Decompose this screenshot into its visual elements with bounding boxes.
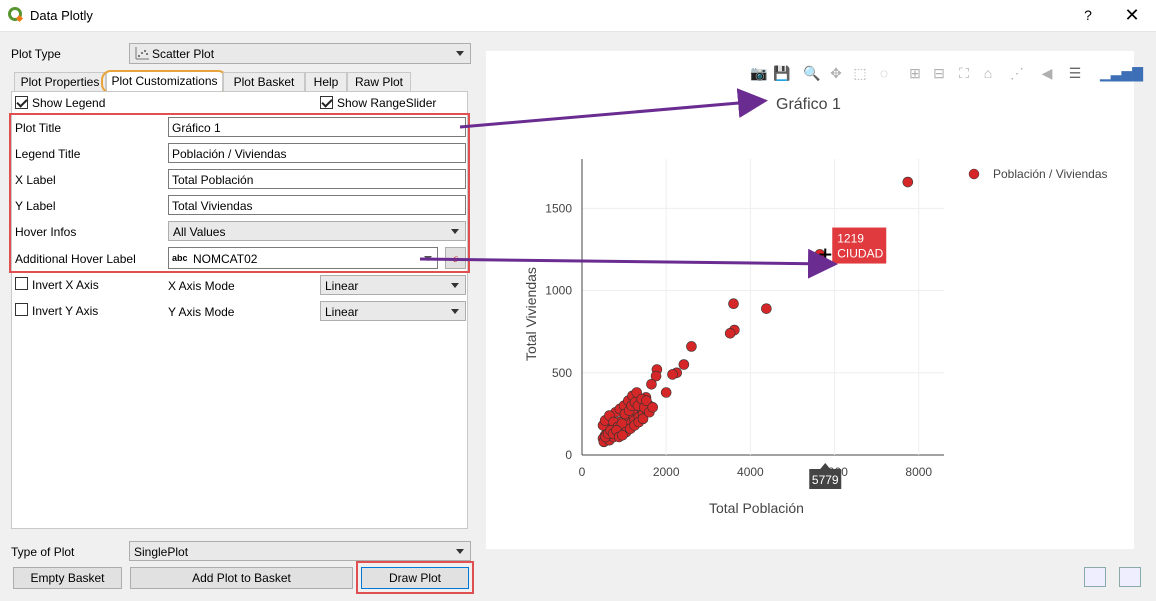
scatter-point[interactable] [678, 359, 690, 370]
tab-plot-properties[interactable]: Plot Properties [14, 72, 106, 91]
draw-plot-button[interactable]: Draw Plot [361, 567, 469, 589]
show-rangeslider-label: Show RangeSlider [337, 96, 437, 110]
type-of-plot-select[interactable]: SinglePlot [129, 541, 471, 561]
legend-label[interactable]: Población / Viviendas [993, 167, 1108, 181]
tab-plot-basket[interactable]: Plot Basket [223, 72, 305, 91]
y-label-label: Y Label [15, 199, 56, 213]
plot-type-value: Scatter Plot [152, 47, 215, 61]
scatter-point[interactable] [660, 387, 672, 398]
type-of-plot-value: SinglePlot [134, 545, 189, 559]
y-axis-mode-value: Linear [325, 305, 359, 319]
legend-marker [968, 168, 980, 180]
scatter-point[interactable] [902, 176, 914, 188]
plot-type-label: Plot Type [11, 47, 61, 61]
tab-plot-customizations[interactable]: Plot Customizations [101, 70, 228, 94]
help-button[interactable]: ? [1076, 4, 1100, 26]
y-axis-mode-select[interactable]: Linear [320, 301, 466, 321]
legend-title-value: Población / Viviendas [172, 147, 287, 161]
chevron-down-icon [424, 256, 432, 261]
scatter-point[interactable] [728, 298, 739, 310]
y-tick-label: 500 [552, 366, 572, 380]
tab-plot-customizations-label: Plot Customizations [111, 74, 218, 88]
invert-y-label: Invert Y Axis [32, 304, 99, 318]
additional-hover-label: Additional Hover Label [15, 252, 136, 266]
scatter-point[interactable] [686, 341, 697, 352]
title-bar: Data Plotly ? ✕ [0, 0, 1156, 32]
x-hover-label: 5779 [812, 473, 839, 487]
show-rangeslider-checkbox[interactable] [320, 96, 333, 109]
hover-infos-value: All Values [173, 225, 226, 239]
scatter-point[interactable] [724, 328, 736, 339]
x-axis-label: Total Población [709, 500, 804, 516]
add-plot-to-basket-button[interactable]: Add Plot to Basket [130, 567, 353, 589]
field-type-abc-icon: abc [172, 253, 188, 263]
expression-button[interactable]: ε [445, 247, 466, 269]
hover-infos-select[interactable]: All Values [168, 221, 466, 241]
x-axis-mode-select[interactable]: Linear [320, 275, 466, 295]
hover-infos-label: Hover Infos [15, 225, 77, 239]
chevron-down-icon [456, 51, 464, 56]
type-of-plot-label: Type of Plot [11, 545, 75, 559]
legend-title-label: Legend Title [15, 147, 81, 161]
show-legend-checkbox[interactable] [15, 96, 28, 109]
y-tick-label: 1500 [545, 201, 572, 215]
y-tick-label: 0 [565, 448, 572, 462]
export-image-icon[interactable] [1084, 567, 1106, 587]
qgis-logo-icon [8, 7, 24, 23]
chevron-down-icon [451, 283, 459, 288]
x-tick-label: 0 [579, 465, 586, 479]
empty-basket-button[interactable]: Empty Basket [13, 567, 122, 589]
additional-hover-input[interactable]: abc NOMCAT02 [168, 247, 438, 269]
close-button[interactable]: ✕ [1120, 4, 1144, 26]
x-label-input[interactable]: Total Población [168, 169, 466, 189]
hover-label-value: 1219 [837, 232, 864, 246]
x-label-value: Total Población [172, 173, 254, 187]
x-tick-label: 8000 [905, 465, 932, 479]
y-tick-label: 1000 [545, 284, 572, 298]
scatter-plot-icon [135, 47, 149, 60]
invert-x-checkbox[interactable] [15, 277, 28, 290]
x-axis-mode-value: Linear [325, 279, 359, 293]
x-axis-mode-label: X Axis Mode [168, 279, 235, 293]
y-label-input[interactable]: Total Viviendas [168, 195, 466, 215]
scatter-point[interactable] [667, 369, 678, 380]
invert-y-checkbox[interactable] [15, 303, 28, 316]
invert-x-label: Invert X Axis [32, 278, 99, 292]
scatter-point[interactable] [646, 378, 657, 390]
chevron-down-icon [451, 309, 459, 314]
window-title: Data Plotly [30, 8, 93, 23]
y-axis-label: Total Viviendas [523, 267, 539, 361]
plot-title-label: Plot Title [15, 121, 62, 135]
scatter-chart: Gráfico 1 05001000150002000400060008000 … [523, 96, 1108, 516]
tab-raw-plot[interactable]: Raw Plot [347, 72, 411, 91]
scatter-point[interactable] [617, 429, 628, 441]
plot-title-input[interactable]: Gráfico 1 [168, 117, 466, 137]
scatter-point[interactable] [647, 402, 659, 413]
chevron-down-icon [456, 549, 464, 554]
x-label-label: X Label [15, 173, 56, 187]
plot-title-value: Gráfico 1 [172, 121, 221, 135]
chevron-down-icon [451, 229, 459, 234]
export-html-icon[interactable] [1119, 567, 1141, 587]
tab-help[interactable]: Help [305, 72, 347, 91]
legend-title-input[interactable]: Población / Viviendas [168, 143, 466, 163]
chart-title: Gráfico 1 [776, 96, 841, 113]
y-label-value: Total Viviendas [172, 199, 253, 213]
x-tick-label: 4000 [737, 465, 764, 479]
show-legend-label: Show Legend [32, 96, 106, 110]
additional-hover-value: NOMCAT02 [193, 252, 258, 266]
x-tick-label: 2000 [653, 465, 680, 479]
scatter-point[interactable] [761, 303, 772, 314]
hover-label-name: CIUDAD [837, 247, 883, 261]
plot-type-select[interactable]: Scatter Plot [129, 43, 471, 64]
y-axis-mode-label: Y Axis Mode [168, 305, 235, 319]
